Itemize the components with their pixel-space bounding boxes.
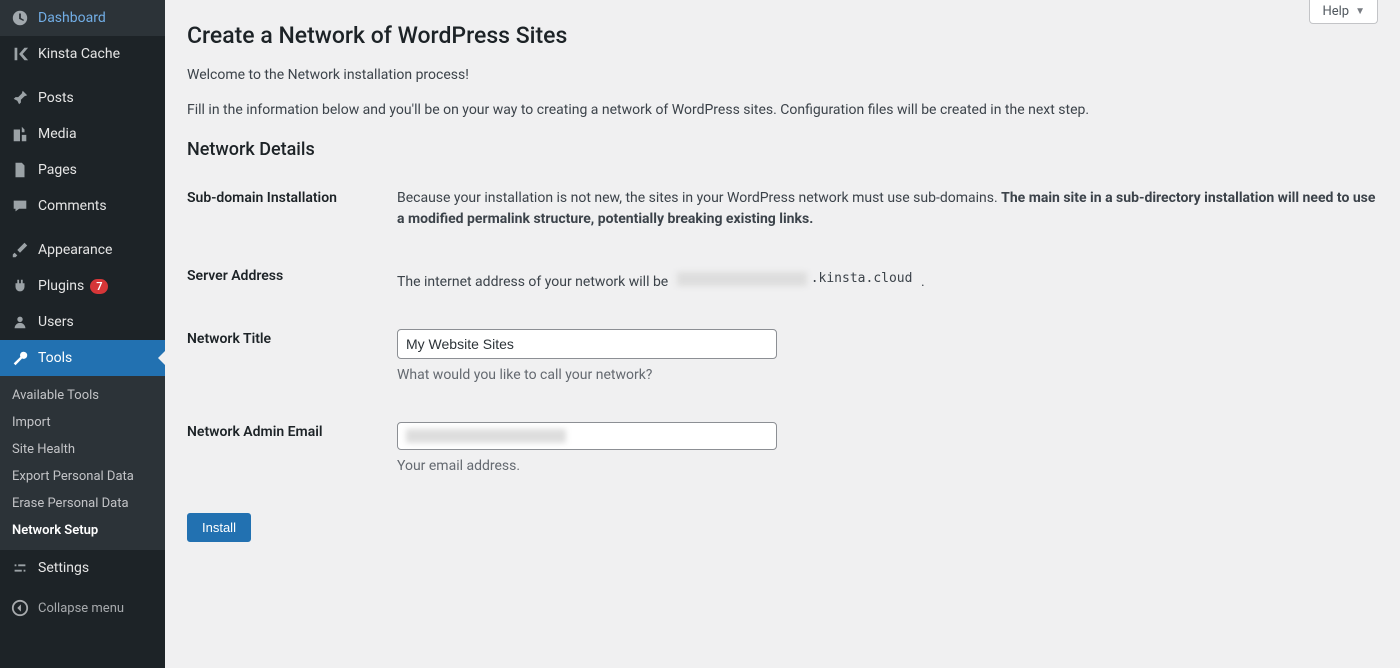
user-icon bbox=[10, 312, 30, 332]
brush-icon bbox=[10, 240, 30, 260]
submenu-network-setup[interactable]: Network Setup bbox=[0, 517, 165, 544]
sidebar-label-tools: Tools bbox=[38, 350, 72, 366]
chevron-down-icon: ▼ bbox=[1355, 6, 1365, 17]
plug-icon bbox=[10, 276, 30, 296]
subdomain-label: Sub-domain Installation bbox=[187, 170, 397, 248]
media-icon bbox=[10, 124, 30, 144]
sidebar-item-settings[interactable]: Settings bbox=[0, 550, 165, 586]
help-label: Help bbox=[1322, 4, 1349, 19]
page-title: Create a Network of WordPress Sites bbox=[187, 22, 1378, 49]
intro-1: Welcome to the Network installation proc… bbox=[187, 65, 1378, 86]
server-code-visible: .kinsta.cloud bbox=[811, 269, 913, 289]
server-text-after: . bbox=[921, 274, 925, 290]
redacted-email bbox=[406, 429, 566, 443]
sidebar-item-appearance[interactable]: Appearance bbox=[0, 232, 165, 268]
server-address-label: Server Address bbox=[187, 248, 397, 311]
install-button[interactable]: Install bbox=[187, 513, 251, 542]
sidebar-label-comments: Comments bbox=[38, 198, 107, 214]
sidebar-item-comments[interactable]: Comments bbox=[0, 188, 165, 224]
pin-icon bbox=[10, 88, 30, 108]
sidebar-label-pages: Pages bbox=[38, 162, 77, 178]
collapse-menu[interactable]: Collapse menu bbox=[0, 590, 165, 626]
sidebar-label-media: Media bbox=[38, 126, 77, 142]
submenu-site-health[interactable]: Site Health bbox=[0, 436, 165, 463]
kinsta-icon bbox=[10, 44, 30, 64]
tools-submenu: Available Tools Import Site Health Expor… bbox=[0, 376, 165, 550]
sidebar-item-pages[interactable]: Pages bbox=[0, 152, 165, 188]
server-code: .kinsta.cloud bbox=[672, 266, 918, 292]
comment-icon bbox=[10, 196, 30, 216]
help-tab[interactable]: Help ▼ bbox=[1309, 0, 1378, 24]
submenu-import[interactable]: Import bbox=[0, 409, 165, 436]
server-text: The internet address of your network wil… bbox=[397, 274, 672, 290]
submenu-export-personal[interactable]: Export Personal Data bbox=[0, 463, 165, 490]
network-email-label: Network Admin Email bbox=[187, 404, 397, 495]
sidebar-label-plugins: Plugins bbox=[38, 278, 84, 294]
network-email-input[interactable] bbox=[397, 422, 777, 450]
sidebar-item-tools[interactable]: Tools bbox=[0, 340, 165, 376]
redacted-domain bbox=[677, 272, 807, 286]
sidebar-item-media[interactable]: Media bbox=[0, 116, 165, 152]
collapse-label: Collapse menu bbox=[38, 601, 124, 616]
sidebar-item-kinsta[interactable]: Kinsta Cache bbox=[0, 36, 165, 72]
intro-2: Fill in the information below and you'll… bbox=[187, 100, 1378, 121]
sidebar-label-appearance: Appearance bbox=[38, 242, 112, 258]
sidebar-label-settings: Settings bbox=[38, 560, 89, 576]
subdomain-text: Because your installation is not new, th… bbox=[397, 170, 1378, 248]
submenu-available-tools[interactable]: Available Tools bbox=[0, 382, 165, 409]
network-title-desc: What would you like to call your network… bbox=[397, 365, 1378, 386]
sidebar-item-plugins[interactable]: Plugins 7 bbox=[0, 268, 165, 304]
sidebar-label-kinsta: Kinsta Cache bbox=[38, 46, 120, 62]
network-title-label: Network Title bbox=[187, 311, 397, 404]
wrench-icon bbox=[10, 348, 30, 368]
settings-icon bbox=[10, 558, 30, 578]
sidebar-item-posts[interactable]: Posts bbox=[0, 80, 165, 116]
submenu-erase-personal[interactable]: Erase Personal Data bbox=[0, 490, 165, 517]
subdomain-text-a: Because your installation is not new, th… bbox=[397, 190, 1001, 206]
collapse-icon bbox=[10, 598, 30, 618]
network-title-input[interactable] bbox=[397, 329, 777, 359]
sidebar-item-dashboard[interactable]: Dashboard bbox=[0, 0, 165, 36]
sidebar-label-users: Users bbox=[38, 314, 74, 330]
dashboard-icon bbox=[10, 8, 30, 28]
sidebar-label-dashboard: Dashboard bbox=[38, 10, 106, 26]
sidebar-label-posts: Posts bbox=[38, 90, 74, 106]
network-details-table: Sub-domain Installation Because your ins… bbox=[187, 170, 1378, 495]
page-icon bbox=[10, 160, 30, 180]
network-email-desc: Your email address. bbox=[397, 456, 1378, 477]
section-title: Network Details bbox=[187, 139, 1378, 160]
sidebar-item-users[interactable]: Users bbox=[0, 304, 165, 340]
plugins-badge: 7 bbox=[90, 279, 108, 294]
